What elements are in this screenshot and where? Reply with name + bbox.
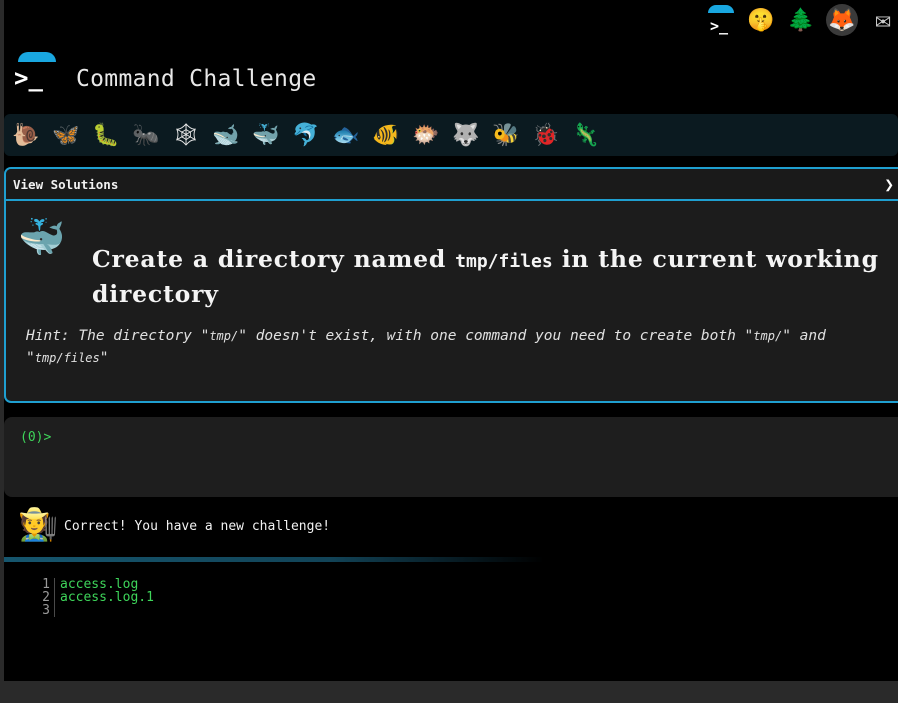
spider-web-icon[interactable]: 🕸 (170, 119, 202, 151)
line-number: 3 (34, 604, 55, 617)
hint-text: Hint: The directory "tmp/" doesn't exist… (26, 325, 892, 369)
command-challenge-logo-icon[interactable]: >_ (706, 5, 736, 35)
shush-face-icon[interactable]: 🤫 (746, 5, 776, 35)
command-output: 1 access.log 2 access.log.1 3 (34, 578, 154, 617)
evergreen-tree-icon[interactable]: 🌲 (786, 5, 816, 35)
command-input[interactable] (60, 427, 884, 451)
challenge-text-start: Create a directory named (92, 245, 447, 273)
butterfly-icon[interactable]: 🦋 (50, 119, 82, 151)
output-line: 3 (34, 604, 154, 617)
line-text (55, 604, 60, 617)
fish-icon[interactable]: 🐟 (330, 119, 362, 151)
gitlab-icon[interactable]: 🦊 (826, 4, 858, 36)
view-solutions-label: View Solutions (13, 176, 119, 192)
blowfish-icon[interactable]: 🐡 (410, 119, 442, 151)
app-window: >_ 🤫 🌲 🦊 ✉ >_ Command Challenge 🐌 🦋 🐛 🐜 … (4, 0, 898, 681)
page-title: Command Challenge (76, 66, 317, 92)
divider (4, 557, 544, 562)
line-text: access.log.1 (60, 590, 154, 605)
challenge-code: tmp/files (455, 251, 553, 272)
hint-prefix: Hint: The directory " (26, 328, 210, 344)
whale-icon[interactable]: 🐋 (210, 119, 242, 151)
tropical-fish-icon[interactable]: 🐠 (370, 119, 402, 151)
snail-icon[interactable]: 🐌 (10, 119, 42, 151)
dolphin-icon[interactable]: 🐬 (290, 119, 322, 151)
hint-suffix: " (99, 350, 109, 366)
terminal-input-area[interactable]: (0)> (4, 417, 898, 497)
spouting-whale-icon: 🐳 (18, 215, 66, 259)
brand-logo-icon[interactable]: >_ (14, 52, 56, 94)
caterpillar-icon[interactable]: 🐛 (90, 119, 122, 151)
challenge-text: Create a directory named tmp/files in th… (92, 243, 882, 310)
view-solutions-toggle[interactable]: View Solutions ❯ (6, 169, 898, 201)
challenge-panel: View Solutions ❯ 🐳 Create a directory na… (4, 167, 898, 403)
envelope-icon[interactable]: ✉ (868, 5, 898, 35)
hint-code: tmp/files (34, 351, 100, 365)
terminal-prompt: (0)> (20, 430, 52, 445)
top-icon-bar: >_ 🤫 🌲 🦊 ✉ (706, 4, 898, 36)
ladybug-icon[interactable]: 🐞 (530, 119, 562, 151)
ant-icon[interactable]: 🐜 (130, 119, 162, 151)
farmer-mascot-icon: 🧑‍🌾 (18, 505, 58, 543)
hint-code: tmp/ (209, 329, 239, 343)
result-message: Correct! You have a new challenge! (64, 519, 331, 534)
lizard-icon[interactable]: 🦎 (570, 119, 602, 151)
wolf-icon[interactable]: 🐺 (450, 119, 482, 151)
bee-icon[interactable]: 🐝 (490, 119, 522, 151)
hint-middle: " doesn't exist, with one command you ne… (238, 328, 754, 344)
spouting-whale-icon[interactable]: 🐳 (250, 119, 282, 151)
hint-code: tmp/ (753, 329, 783, 343)
challenge-progress-bar: 🐌 🦋 🐛 🐜 🕸 🐋 🐳 🐬 🐟 🐠 🐡 🐺 🐝 🐞 🦎 (4, 114, 898, 156)
chevron-right-icon: ❯ (884, 174, 894, 194)
output-line: 2 access.log.1 (34, 591, 154, 604)
